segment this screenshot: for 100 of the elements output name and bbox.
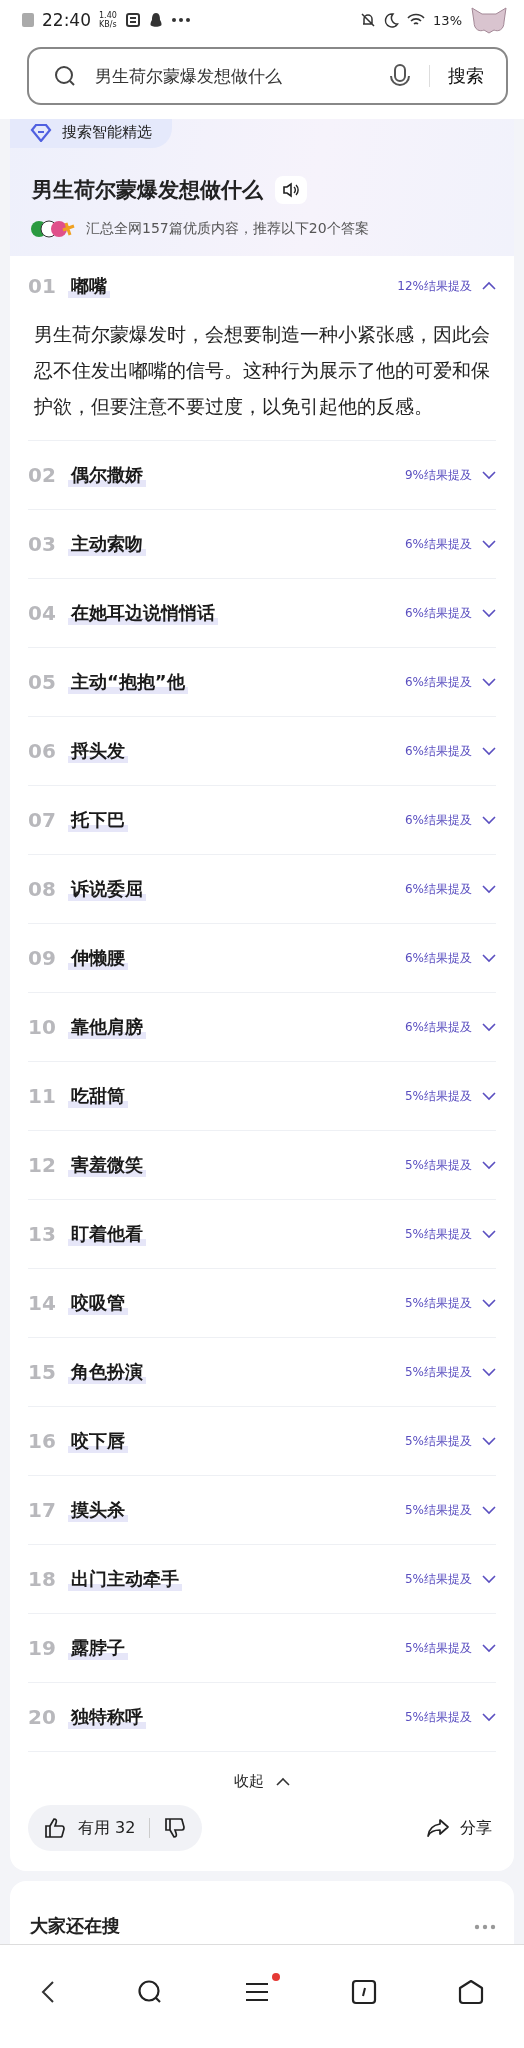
answer-item[interactable]: 18 出门主动牵手 5%结果提及 xyxy=(28,1545,496,1613)
answer-item[interactable]: 20 独特称呼 5%结果提及 xyxy=(28,1683,496,1751)
item-label: 摸头杀 xyxy=(68,1498,128,1522)
thumbs-up-icon xyxy=(44,1817,66,1839)
item-label: 托下巴 xyxy=(68,808,128,832)
source-logos-icon xyxy=(30,220,76,238)
answer-item[interactable]: 05 主动“抱抱”他 6%结果提及 xyxy=(28,648,496,716)
answer-item[interactable]: 04 在她耳边说悄悄话 6%结果提及 xyxy=(28,579,496,647)
home-icon[interactable] xyxy=(457,1978,484,2005)
answer-item[interactable]: 12 害羞微笑 5%结果提及 xyxy=(28,1131,496,1199)
wifi-icon xyxy=(407,13,426,27)
item-number: 05 xyxy=(28,670,57,694)
item-number: 19 xyxy=(28,1636,57,1660)
mention-rate: 12%结果提及 xyxy=(397,277,472,295)
item-label: 靠他肩膀 xyxy=(68,1015,146,1039)
item-number: 09 xyxy=(28,946,57,970)
mention-rate: 5%结果提及 xyxy=(404,1570,472,1588)
chevron-down-icon xyxy=(482,677,496,687)
answer-item[interactable]: 15 角色扮演 5%结果提及 xyxy=(28,1338,496,1406)
item-number: 10 xyxy=(28,1015,57,1039)
network-speed: 1.40 xyxy=(99,11,117,20)
chevron-down-icon xyxy=(482,884,496,894)
clock-time: 22:40 xyxy=(42,10,91,30)
answer-item[interactable]: 03 主动索吻 6%结果提及 xyxy=(28,510,496,578)
item-number: 13 xyxy=(28,1222,57,1246)
chevron-down-icon xyxy=(482,1643,496,1653)
answer-item[interactable]: 09 伸懒腰 6%结果提及 xyxy=(28,924,496,992)
mention-rate: 9%结果提及 xyxy=(404,466,472,484)
answer-item[interactable]: 14 咬吸管 5%结果提及 xyxy=(28,1269,496,1337)
item-number: 08 xyxy=(28,877,57,901)
moon-icon xyxy=(384,12,400,28)
chevron-down-icon xyxy=(482,1091,496,1101)
answer-item[interactable]: 01 嘟嘴 12%结果提及 xyxy=(28,256,496,316)
network-speed-unit: KB/s xyxy=(99,20,117,29)
item-label: 吃甜筒 xyxy=(68,1084,128,1108)
collapse-button[interactable]: 收起 xyxy=(234,1772,290,1791)
item-label: 在她耳边说悄悄话 xyxy=(68,601,218,625)
chevron-up-icon xyxy=(276,1777,290,1786)
item-label: 害羞微笑 xyxy=(68,1153,146,1177)
answer-item[interactable]: 11 吃甜筒 5%结果提及 xyxy=(28,1062,496,1130)
thumbs-down-button[interactable] xyxy=(164,1817,187,1839)
avatar-icon[interactable] xyxy=(470,6,508,34)
menu-icon[interactable] xyxy=(244,1980,270,2003)
mention-rate: 6%结果提及 xyxy=(404,880,472,898)
chevron-down-icon xyxy=(482,1367,496,1377)
item-number: 15 xyxy=(28,1360,57,1384)
answer-item[interactable]: 08 诉说委屈 6%结果提及 xyxy=(28,855,496,923)
item-number: 02 xyxy=(28,463,57,487)
answer-item[interactable]: 06 捋头发 6%结果提及 xyxy=(28,717,496,785)
item-label: 角色扮演 xyxy=(68,1360,146,1384)
mention-rate: 6%结果提及 xyxy=(404,535,472,553)
mention-rate: 5%结果提及 xyxy=(404,1501,472,1519)
speaker-button[interactable] xyxy=(275,176,307,204)
search-button[interactable]: 搜索 xyxy=(448,64,484,88)
item-number: 14 xyxy=(28,1291,57,1315)
chevron-down-icon xyxy=(482,1022,496,1032)
mention-rate: 5%结果提及 xyxy=(404,1708,472,1726)
chevron-down-icon xyxy=(482,815,496,825)
item-label: 咬吸管 xyxy=(68,1291,128,1315)
related-title: 大家还在搜 xyxy=(30,1914,120,1938)
battery-level: 13% xyxy=(433,12,462,28)
answer-item[interactable]: 10 靠他肩膀 6%结果提及 xyxy=(28,993,496,1061)
item-number: 03 xyxy=(28,532,57,556)
item-number: 20 xyxy=(28,1705,57,1729)
item-label: 出门主动牵手 xyxy=(68,1567,182,1591)
item-label: 诉说委屈 xyxy=(68,877,146,901)
item-label: 露脖子 xyxy=(68,1636,128,1660)
chevron-down-icon xyxy=(482,1160,496,1170)
speaker-icon xyxy=(282,182,300,198)
answer-item[interactable]: 13 盯着他看 5%结果提及 xyxy=(28,1200,496,1268)
answer-item[interactable]: 07 托下巴 6%结果提及 xyxy=(28,786,496,854)
answer-item[interactable]: 17 摸头杀 5%结果提及 xyxy=(28,1476,496,1544)
mention-rate: 5%结果提及 xyxy=(404,1156,472,1174)
more-icon[interactable] xyxy=(474,1924,496,1930)
back-icon[interactable] xyxy=(40,1979,57,2004)
summary-text: 汇总全网157篇优质内容，推荐以下20个答案 xyxy=(86,220,369,238)
mention-rate: 6%结果提及 xyxy=(404,604,472,622)
item-number: 17 xyxy=(28,1498,57,1522)
item-label: 嘟嘴 xyxy=(68,274,110,298)
answer-item[interactable]: 19 露脖子 5%结果提及 xyxy=(28,1614,496,1682)
chevron-down-icon xyxy=(482,1298,496,1308)
tabs-icon[interactable] xyxy=(350,1978,377,2005)
search-field[interactable]: 男生荷尔蒙爆发想做什么 搜索 xyxy=(27,47,508,105)
chevron-down-icon xyxy=(482,1229,496,1239)
sim-icon xyxy=(22,13,34,27)
useful-button[interactable]: 有用 32 xyxy=(44,1817,136,1839)
mention-rate: 6%结果提及 xyxy=(404,742,472,760)
section-label: 搜索智能精选 xyxy=(62,123,152,142)
item-label: 盯着他看 xyxy=(68,1222,146,1246)
answer-item[interactable]: 02 偶尔撒娇 9%结果提及 xyxy=(28,441,496,509)
answer-detail: 男生荷尔蒙爆发时，会想要制造一种小紧张感，因此会忍不住发出嘟嘴的信号。这种行为展示了他的可爱和保护欲，但要注意不要过度，以免引起他的反感。 xyxy=(33,322,491,419)
app-notification-icon xyxy=(124,12,141,28)
chevron-up-icon xyxy=(482,281,496,291)
answer-item[interactable]: 16 咬下唇 5%结果提及 xyxy=(28,1407,496,1475)
share-button[interactable]: 分享 xyxy=(426,1817,492,1839)
mention-rate: 6%结果提及 xyxy=(404,949,472,967)
mute-bell-icon xyxy=(360,12,377,28)
item-label: 独特称呼 xyxy=(68,1705,146,1729)
microphone-icon[interactable] xyxy=(389,63,411,89)
mention-rate: 5%结果提及 xyxy=(404,1363,472,1381)
